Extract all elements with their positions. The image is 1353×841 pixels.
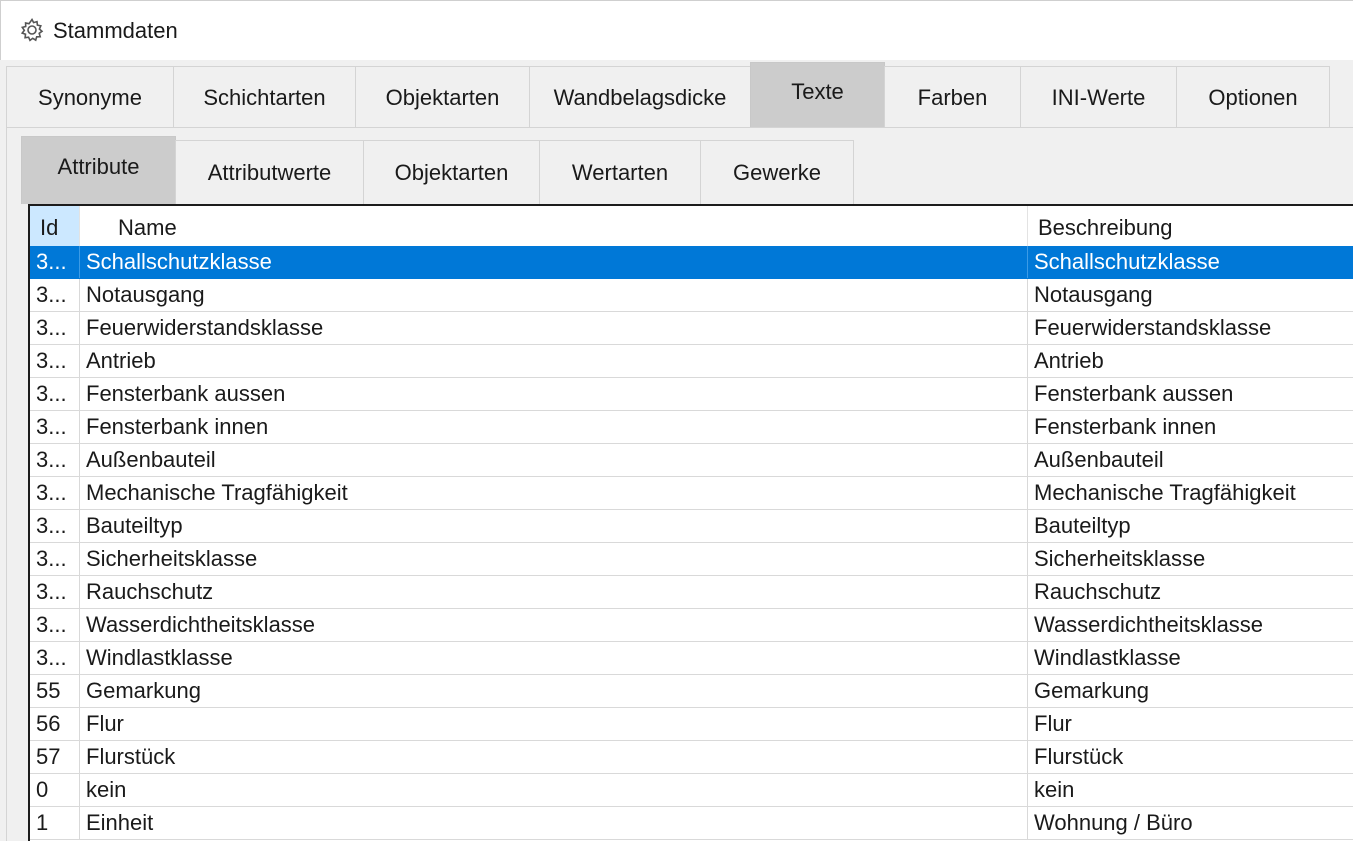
cell-id: 3... bbox=[30, 444, 80, 476]
cell-name: Notausgang bbox=[80, 279, 1028, 311]
table-row[interactable]: 3... Schallschutzklasse Schallschutzklasse bbox=[30, 246, 1353, 279]
cell-name: kein bbox=[80, 774, 1028, 806]
cell-description: Wohnung / Büro bbox=[1034, 810, 1193, 835]
table-row[interactable]: 3... Windlastklasse Windlastklasse bbox=[30, 642, 1353, 675]
tab-optionen[interactable]: Optionen bbox=[1176, 66, 1330, 128]
cell-id: 3... bbox=[30, 576, 80, 608]
tab-synonyme[interactable]: Synonyme bbox=[6, 66, 174, 128]
cell-name: Einheit bbox=[80, 807, 1028, 839]
subtab-attribute[interactable]: Attribute bbox=[21, 136, 176, 204]
cell-id: 3... bbox=[30, 609, 80, 641]
table-row[interactable]: 3... Mechanische Tragfähigkeit Mechanische… bbox=[30, 477, 1353, 510]
cell-name: Feuerwiderstandsklasse bbox=[80, 312, 1028, 344]
cell-name: Flur bbox=[80, 708, 1028, 740]
cell-description: Flurstück bbox=[1034, 744, 1124, 769]
cell-name: Schallschutzklasse bbox=[80, 246, 1028, 278]
table-header: Id Name Beschreibung bbox=[30, 206, 1353, 246]
cell-name: Flurstück bbox=[80, 741, 1028, 773]
tab-farben[interactable]: Farben bbox=[884, 66, 1021, 128]
cell-id: 3... bbox=[30, 378, 80, 410]
cell-name: Außenbauteil bbox=[80, 444, 1028, 476]
subtab-objektarten[interactable]: Objektarten bbox=[363, 140, 540, 204]
cell-id: 3... bbox=[30, 312, 80, 344]
tab-ini-werte[interactable]: INI-Werte bbox=[1020, 66, 1177, 128]
table-row[interactable]: 3... Rauchschutz Rauchschutz bbox=[30, 576, 1353, 609]
cell-name: Fensterbank aussen bbox=[80, 378, 1028, 410]
cell-description: Flur bbox=[1034, 711, 1072, 736]
table-row[interactable]: 1 Einheit Wohnung / Büro bbox=[30, 807, 1353, 840]
column-header-name[interactable]: Name bbox=[80, 206, 1028, 246]
cell-description: Notausgang bbox=[1034, 282, 1153, 307]
cell-description: Antrieb bbox=[1034, 348, 1104, 373]
table-row[interactable]: 55 Gemarkung Gemarkung bbox=[30, 675, 1353, 708]
tab-texte[interactable]: Texte bbox=[750, 62, 885, 128]
cell-description: Sicherheitsklasse bbox=[1034, 546, 1206, 571]
cell-name: Bauteiltyp bbox=[80, 510, 1028, 542]
cell-id: 3... bbox=[30, 279, 80, 311]
cell-id: 3... bbox=[30, 510, 80, 542]
cell-id: 3... bbox=[30, 642, 80, 674]
cell-id: 56 bbox=[30, 708, 80, 740]
table-row[interactable]: 3... Sicherheitsklasse Sicherheitsklasse bbox=[30, 543, 1353, 576]
cell-description: Feuerwiderstandsklasse bbox=[1034, 315, 1272, 340]
cell-name: Antrieb bbox=[80, 345, 1028, 377]
table-row[interactable]: 3... Feuerwiderstandsklasse Feuerwiderstan… bbox=[30, 312, 1353, 345]
cell-name: Windlastklasse bbox=[80, 642, 1028, 674]
cell-description: Wasserdichtheitsklasse bbox=[1034, 612, 1264, 637]
table-row[interactable]: 3... Wasserdichtheitsklasse Wasserdichthei… bbox=[30, 609, 1353, 642]
table-row[interactable]: 57 Flurstück Flurstück bbox=[30, 741, 1353, 774]
column-header-description[interactable]: Beschreibung bbox=[1028, 206, 1353, 246]
cell-name: Mechanische Tragfähigkeit bbox=[80, 477, 1028, 509]
cell-id: 3... bbox=[30, 345, 80, 377]
cell-name: Sicherheitsklasse bbox=[80, 543, 1028, 575]
attribute-table[interactable]: Id Name Beschreibung 3... Schallschutzkla… bbox=[28, 204, 1353, 841]
cell-name: Wasserdichtheitsklasse bbox=[80, 609, 1028, 641]
cell-description: Mechanische Tragfähigkeit bbox=[1034, 480, 1296, 505]
cell-description: Gemarkung bbox=[1034, 678, 1149, 703]
cell-id: 3... bbox=[30, 411, 80, 443]
table-body: 3... Schallschutzklasse Schallschutzklasse… bbox=[30, 246, 1353, 840]
table-row[interactable]: 0 kein kein bbox=[30, 774, 1353, 807]
table-row[interactable]: 3... Bauteiltyp Bauteiltyp bbox=[30, 510, 1353, 543]
cell-description: Bauteiltyp bbox=[1034, 513, 1131, 538]
cell-id: 3... bbox=[30, 477, 80, 509]
table-row[interactable]: 3... Antrieb Antrieb bbox=[30, 345, 1353, 378]
cell-name: Gemarkung bbox=[80, 675, 1028, 707]
table-row[interactable]: 3... Fensterbank innen Fensterbank innen bbox=[30, 411, 1353, 444]
cell-description: Außenbauteil bbox=[1034, 447, 1164, 472]
cell-id: 57 bbox=[30, 741, 80, 773]
cell-id: 3... bbox=[30, 246, 80, 278]
cell-name: Fensterbank innen bbox=[80, 411, 1028, 443]
cell-name: Rauchschutz bbox=[80, 576, 1028, 608]
subtab-attributwerte[interactable]: Attributwerte bbox=[175, 140, 364, 204]
column-header-id[interactable]: Id bbox=[30, 206, 80, 246]
cell-id: 3... bbox=[30, 543, 80, 575]
cell-id: 55 bbox=[30, 675, 80, 707]
cell-description: Fensterbank innen bbox=[1034, 414, 1217, 439]
table-row[interactable]: 3... Fensterbank aussen Fensterbank aussen bbox=[30, 378, 1353, 411]
tab-wandbelagsdicke[interactable]: Wandbelagsdicke bbox=[529, 66, 751, 128]
tab-objektarten[interactable]: Objektarten bbox=[355, 66, 530, 128]
cell-description: Fensterbank aussen bbox=[1034, 381, 1234, 406]
window-title: Stammdaten bbox=[53, 18, 178, 43]
subtab-wertarten[interactable]: Wertarten bbox=[539, 140, 701, 204]
main-tab-bar: Synonyme Schichtarten Objektarten Wandbe… bbox=[6, 62, 1353, 128]
table-row[interactable]: 3... Notausgang Notausgang bbox=[30, 279, 1353, 312]
cell-id: 1 bbox=[30, 807, 80, 839]
cell-id: 0 bbox=[30, 774, 80, 806]
table-row[interactable]: 3... Außenbauteil Außenbauteil bbox=[30, 444, 1353, 477]
tab-schichtarten[interactable]: Schichtarten bbox=[173, 66, 356, 128]
cell-description: Rauchschutz bbox=[1034, 579, 1162, 604]
cell-description: kein bbox=[1034, 777, 1075, 802]
title-bar: Stammdaten bbox=[0, 0, 1353, 60]
cell-description: Windlastklasse bbox=[1034, 645, 1181, 670]
gear-icon bbox=[19, 17, 45, 43]
subtab-gewerke[interactable]: Gewerke bbox=[700, 140, 854, 204]
cell-description: Schallschutzklasse bbox=[1034, 249, 1220, 274]
table-row[interactable]: 56 Flur Flur bbox=[30, 708, 1353, 741]
